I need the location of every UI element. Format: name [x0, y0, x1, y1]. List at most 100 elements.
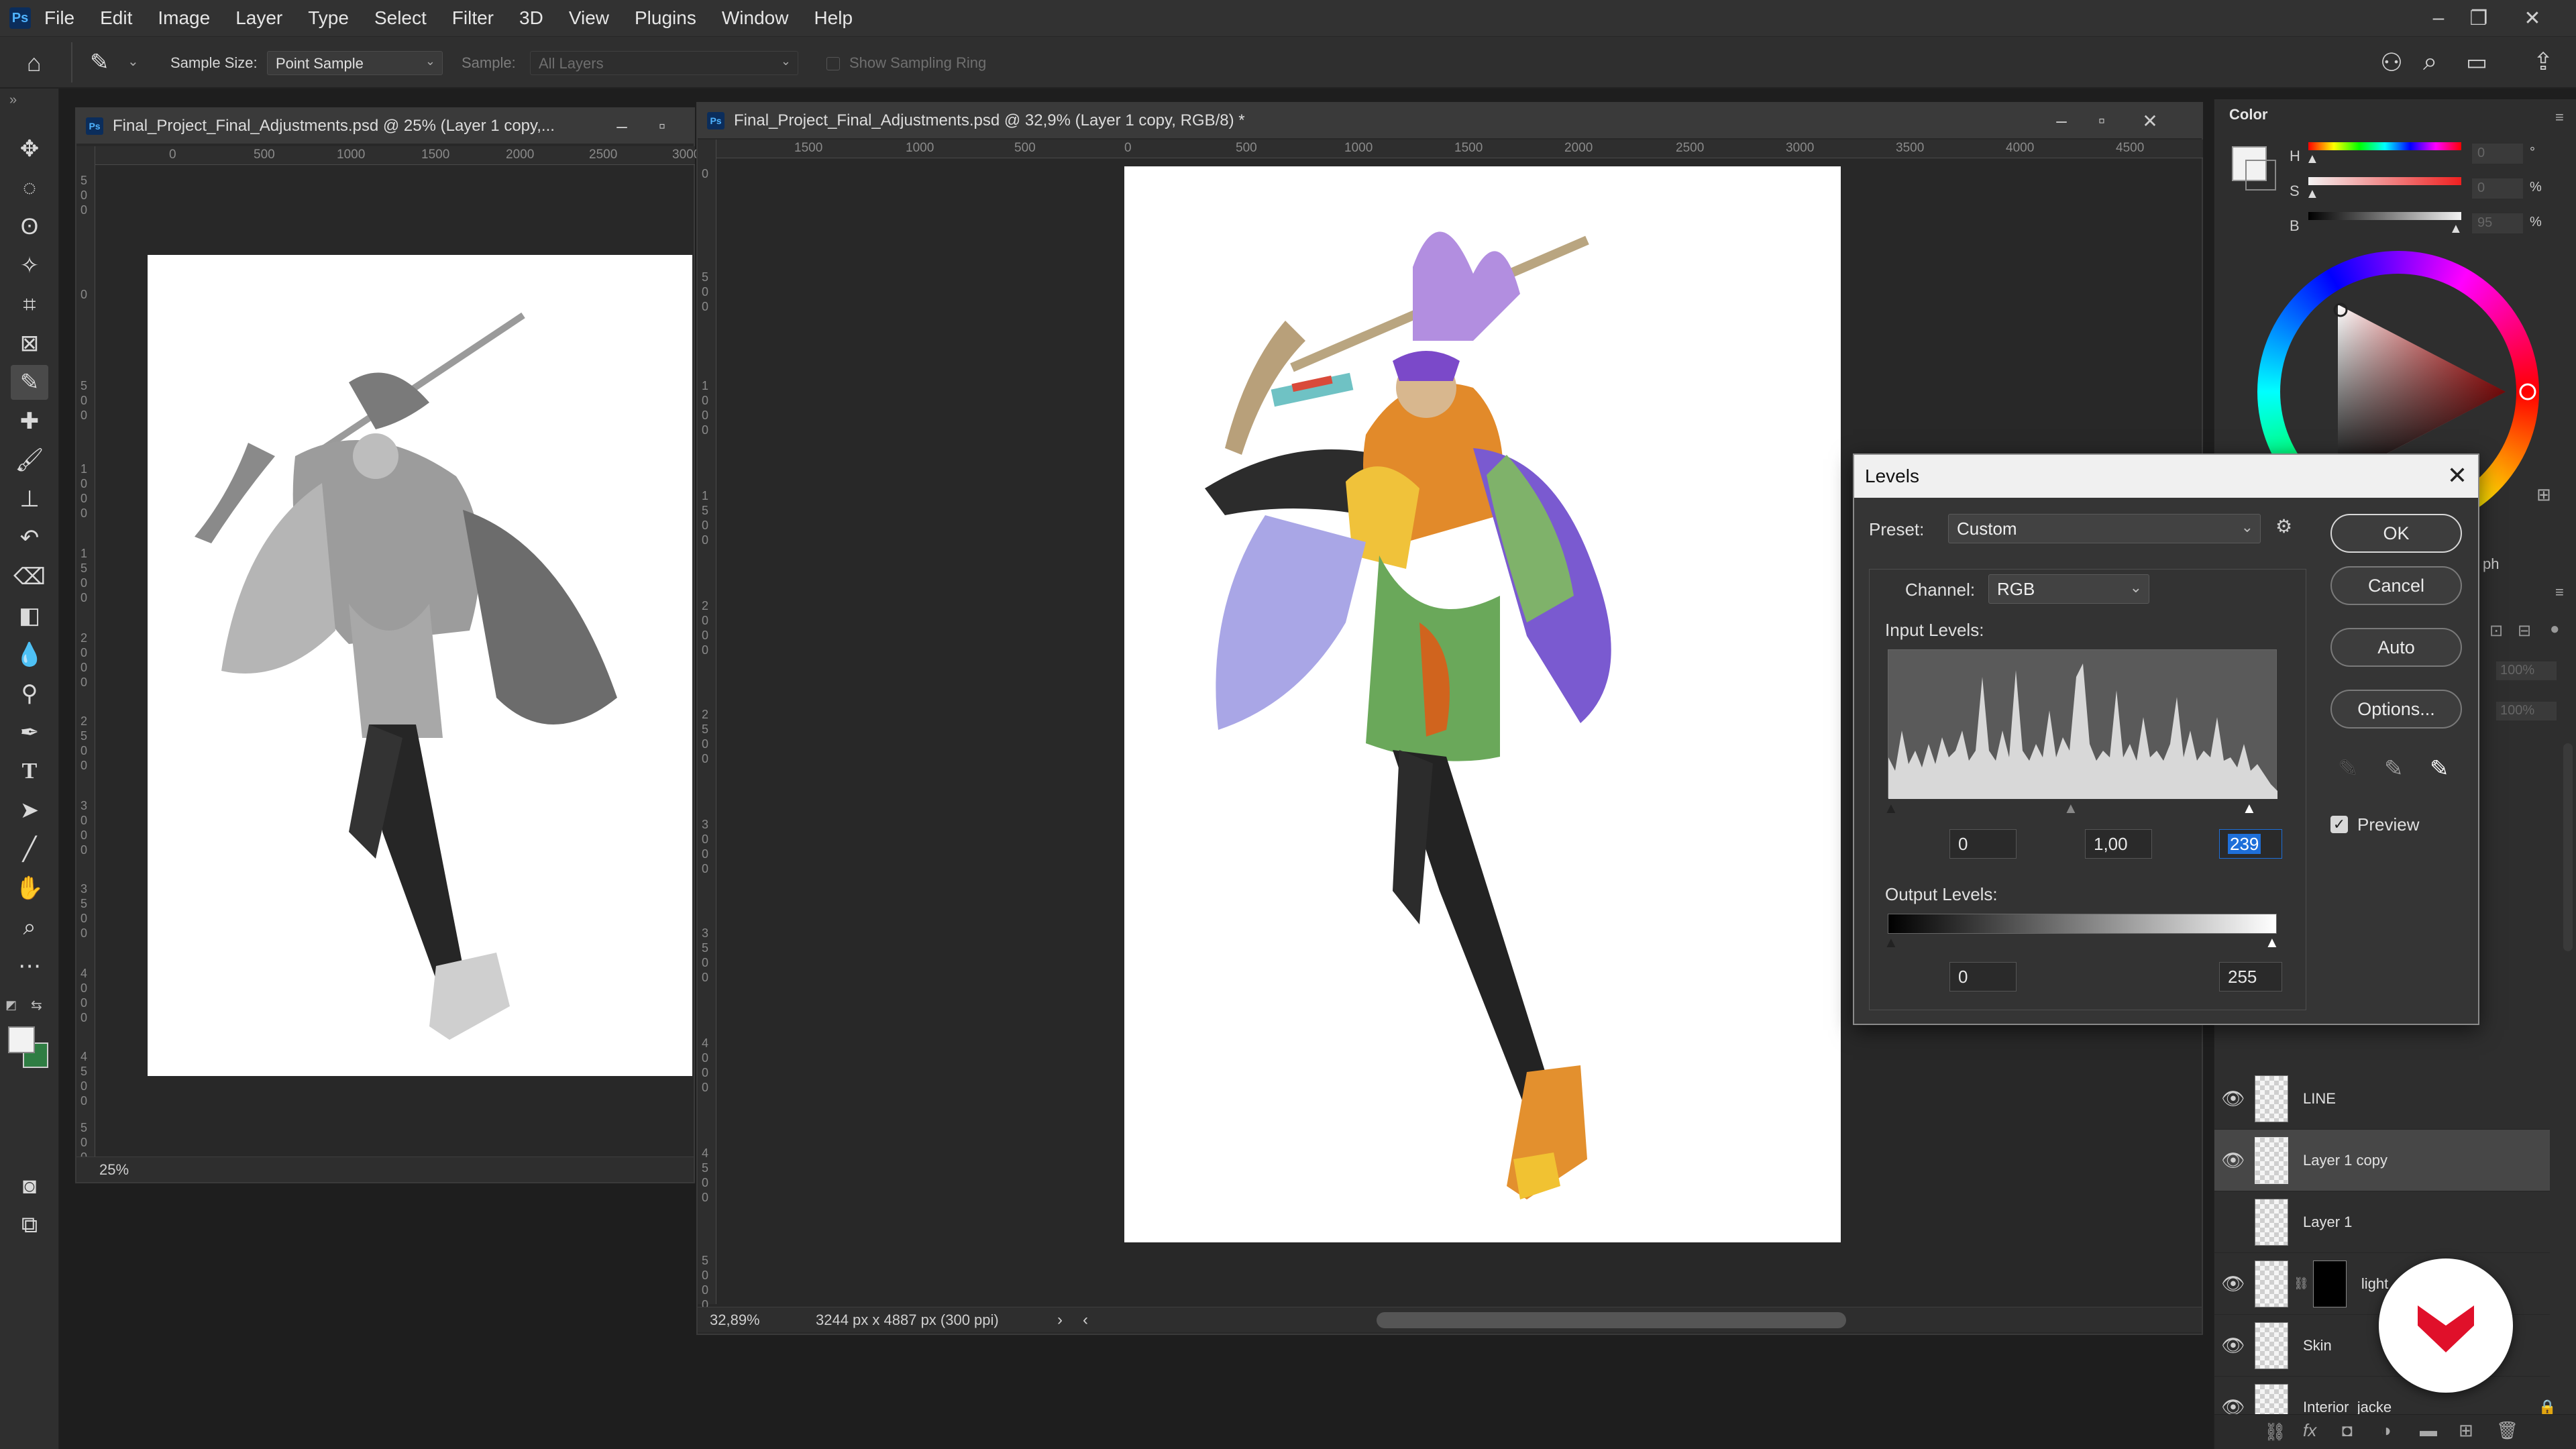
swap-colors-icon[interactable]: ⇆ — [31, 997, 42, 1014]
layer-row-line[interactable]: 👁 LINE — [2214, 1068, 2550, 1130]
brightness-slider[interactable] — [2308, 212, 2461, 220]
lock-position-icon[interactable]: ⊟ — [2518, 621, 2531, 641]
add-mask-icon[interactable]: ◘ — [2342, 1420, 2353, 1441]
slider-handle-icon[interactable]: ▲ — [2449, 221, 2463, 237]
preset-select[interactable]: Custom ⌄ — [1948, 514, 2261, 543]
close-dialog-icon[interactable]: ✕ — [2447, 462, 2467, 490]
crop-tool-icon[interactable]: ⌗ — [11, 287, 48, 322]
new-layer-icon[interactable]: ⊞ — [2459, 1420, 2473, 1441]
share-person-icon[interactable]: ⚇ — [2380, 48, 2403, 78]
lock-all-icon[interactable]: ● — [2550, 620, 2560, 639]
zoom-level[interactable]: 32,89% — [710, 1311, 804, 1329]
black-point-eyedropper-icon[interactable]: ✎ — [2339, 755, 2358, 782]
input-gamma-field[interactable]: 1,00 — [2085, 829, 2152, 859]
ok-button[interactable]: OK — [2330, 514, 2462, 553]
screen-mode-icon[interactable]: ⧉ — [11, 1208, 48, 1242]
preset-chevron-icon[interactable]: ⌄ — [127, 53, 139, 70]
document-canvas-grayscale[interactable] — [148, 255, 692, 1076]
menu-type[interactable]: Type — [308, 7, 349, 29]
color-panel-tab[interactable]: Color — [2229, 106, 2267, 123]
minimize-doc-icon[interactable]: – — [2045, 109, 2078, 133]
zoom-level[interactable]: 25% — [99, 1161, 129, 1179]
menu-help[interactable]: Help — [814, 7, 853, 29]
lock-artboard-icon[interactable]: ⊡ — [2489, 621, 2503, 641]
menu-3d[interactable]: 3D — [519, 7, 543, 29]
saturation-slider[interactable] — [2308, 177, 2461, 185]
layer-name[interactable]: Skin — [2303, 1337, 2332, 1354]
eraser-tool-icon[interactable]: ⌫ — [11, 559, 48, 594]
new-group-icon[interactable]: ▬ — [2420, 1420, 2437, 1441]
hue-slider[interactable] — [2308, 142, 2461, 150]
layers-scrollbar[interactable] — [2563, 743, 2573, 951]
auto-button[interactable]: Auto — [2330, 628, 2462, 667]
input-white-slider-handle[interactable]: ▲ — [2242, 800, 2257, 817]
options-button[interactable]: Options... — [2330, 690, 2462, 729]
add-swatch-icon[interactable]: ⊞ — [2536, 484, 2551, 505]
expand-toolbar-icon[interactable]: » — [9, 93, 17, 108]
blur-tool-icon[interactable]: 💧 — [11, 637, 48, 672]
fill-field[interactable]: 100% — [2496, 702, 2557, 720]
preview-checkbox[interactable]: ✓ — [2330, 816, 2348, 833]
document-tab-left[interactable]: Ps Final_Project_Final_Adjustments.psd @… — [76, 109, 694, 144]
more-tools-icon[interactable]: ⋯ — [11, 949, 48, 983]
brush-tool-icon[interactable]: 🖌 — [11, 443, 48, 478]
input-gamma-slider-handle[interactable]: ▲ — [2063, 800, 2078, 817]
home-icon[interactable]: ⌂ — [27, 49, 42, 77]
minimize-doc-icon[interactable]: – — [605, 114, 639, 138]
preset-options-gear-icon[interactable]: ⚙ — [2275, 515, 2292, 537]
menu-layer[interactable]: Layer — [235, 7, 282, 29]
type-tool-icon[interactable]: T — [11, 754, 48, 789]
slider-handle-icon[interactable]: ▲ — [2306, 152, 2319, 167]
hue-value[interactable]: 0 — [2472, 144, 2523, 164]
eyedropper-tool-preset-icon[interactable]: ✎ — [90, 49, 109, 76]
fx-icon[interactable]: fx — [2303, 1420, 2316, 1441]
dodge-tool-icon[interactable]: ⚲ — [11, 676, 48, 711]
menu-window[interactable]: Window — [722, 7, 789, 29]
link-layers-icon[interactable]: ⛓ — [2264, 1421, 2286, 1442]
layer-row-layer-1[interactable]: ▢ Layer 1 — [2214, 1191, 2550, 1253]
menu-edit[interactable]: Edit — [100, 7, 132, 29]
default-colors-icon[interactable]: ◩ — [5, 998, 17, 1012]
output-black-slider-handle[interactable]: ▲ — [1884, 934, 1898, 951]
menu-filter[interactable]: Filter — [452, 7, 494, 29]
opacity-field[interactable]: 100% — [2496, 661, 2557, 680]
chevron-right-icon[interactable]: › — [1057, 1311, 1063, 1330]
mask-link-icon[interactable]: ⛓ — [2294, 1277, 2309, 1291]
panel-menu-icon[interactable]: ≡ — [2555, 584, 2564, 601]
background-color-swatch[interactable] — [2245, 160, 2276, 191]
foreground-color-swatch[interactable] — [8, 1026, 35, 1053]
menu-view[interactable]: View — [569, 7, 609, 29]
hand-tool-icon[interactable]: ✋ — [11, 871, 48, 906]
search-icon[interactable]: ⌕ — [2423, 48, 2437, 76]
healing-brush-tool-icon[interactable]: ✚ — [11, 404, 48, 439]
gray-point-eyedropper-icon[interactable]: ✎ — [2384, 755, 2404, 782]
sampling-ring-checkbox[interactable] — [826, 57, 840, 70]
visibility-eye-icon[interactable]: 👁 — [2214, 1087, 2252, 1110]
document-canvas-color[interactable] — [1124, 166, 1841, 1242]
menu-plugins[interactable]: Plugins — [635, 7, 696, 29]
levels-titlebar[interactable]: Levels ✕ — [1854, 455, 2478, 498]
paint-bucket-tool-icon[interactable]: ◧ — [11, 598, 48, 633]
visibility-toggle-empty[interactable]: ▢ — [2214, 1211, 2252, 1233]
saturation-value[interactable]: 0 — [2472, 178, 2523, 199]
layer-mask-thumbnail[interactable] — [2312, 1260, 2347, 1307]
panel-menu-icon[interactable]: ≡ — [2555, 109, 2564, 126]
adjustment-layer-icon[interactable]: ◑ — [2381, 1420, 2392, 1441]
history-brush-tool-icon[interactable]: ↶ — [11, 521, 48, 555]
menu-select[interactable]: Select — [374, 7, 427, 29]
channel-select[interactable]: RGB ⌄ — [1988, 574, 2149, 604]
line-tool-icon[interactable]: ╱ — [11, 832, 48, 867]
layer-name[interactable]: Layer 1 copy — [2303, 1152, 2387, 1169]
output-black-field[interactable]: 0 — [1949, 962, 2017, 991]
slider-handle-icon[interactable]: ▲ — [2306, 186, 2319, 202]
visibility-eye-icon[interactable]: 👁 — [2214, 1334, 2252, 1356]
layer-name[interactable]: LINE — [2303, 1090, 2336, 1108]
maximize-doc-icon[interactable]: ▫ — [645, 114, 679, 138]
sample-size-select[interactable]: Point Sample ⌄ — [267, 51, 443, 75]
white-point-eyedropper-icon[interactable]: ✎ — [2430, 755, 2449, 782]
menu-image[interactable]: Image — [158, 7, 210, 29]
input-black-field[interactable]: 0 — [1949, 829, 2017, 859]
menu-file[interactable]: File — [44, 7, 74, 29]
paths-tab-partial[interactable]: ph — [2483, 555, 2499, 573]
close-doc-icon[interactable]: ✕ — [2133, 109, 2167, 133]
